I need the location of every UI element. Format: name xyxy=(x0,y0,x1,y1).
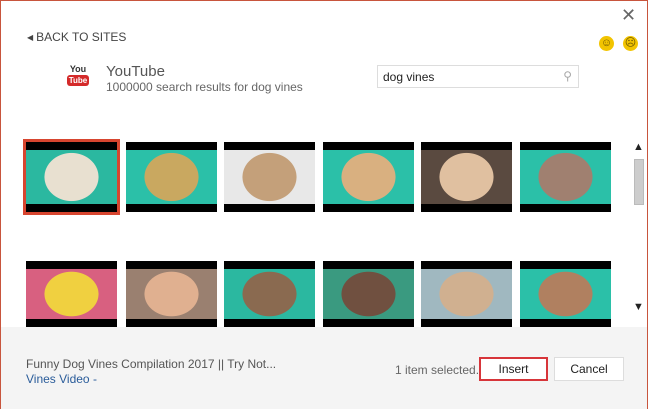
back-to-sites-link[interactable]: ◀ BACK TO SITES xyxy=(27,30,126,44)
video-thumbnail[interactable] xyxy=(323,142,414,212)
thumbnail-image xyxy=(323,150,414,204)
video-thumbnail[interactable] xyxy=(224,261,315,327)
logo-bottom: Tube xyxy=(67,75,89,86)
thumbnail-image xyxy=(26,150,117,204)
thumbnail-image xyxy=(520,150,611,204)
result-count: 1000000 search results for dog vines xyxy=(106,80,303,94)
scrollbar[interactable]: ▲ ▼ xyxy=(631,141,647,316)
back-label: BACK TO SITES xyxy=(36,30,127,44)
close-icon[interactable]: ✕ xyxy=(621,5,636,26)
cancel-button[interactable]: Cancel xyxy=(554,357,624,381)
video-thumbnail[interactable] xyxy=(421,261,512,327)
site-name: YouTube xyxy=(106,63,165,80)
video-thumbnail[interactable] xyxy=(23,139,120,215)
search-icon[interactable]: ⚲ xyxy=(563,69,572,83)
search-value: dog vines xyxy=(383,70,435,84)
logo-top: You xyxy=(69,64,87,74)
thumbnail-image xyxy=(421,269,512,319)
thumbnail-image xyxy=(126,150,217,204)
thumbnail-image xyxy=(421,150,512,204)
video-thumbnail[interactable] xyxy=(421,142,512,212)
video-thumbnail[interactable] xyxy=(520,261,611,327)
video-thumbnail[interactable] xyxy=(126,261,217,327)
online-video-dialog: ✕ ◀ BACK TO SITES ☺ ☹ You Tube YouTube 100… xyxy=(0,0,648,409)
video-thumbnail[interactable] xyxy=(520,142,611,212)
selected-video-title: Funny Dog Vines Compilation 2017 || Try … xyxy=(26,357,277,371)
video-thumbnail[interactable] xyxy=(126,142,217,212)
youtube-logo: You Tube xyxy=(67,65,89,89)
selection-status: 1 item selected. xyxy=(395,363,480,377)
footer: Funny Dog Vines Compilation 2017 || Try … xyxy=(1,327,647,409)
scroll-thumb[interactable] xyxy=(634,159,644,205)
video-thumbnail[interactable] xyxy=(26,261,117,327)
thumbnail-image xyxy=(224,269,315,319)
scroll-down-icon[interactable]: ▼ xyxy=(633,301,644,313)
video-thumbnail[interactable] xyxy=(323,261,414,327)
thumbnail-image xyxy=(520,269,611,319)
thumbnail-image xyxy=(126,269,217,319)
insert-button[interactable]: Insert xyxy=(479,357,548,381)
frown-icon[interactable]: ☹ xyxy=(623,36,638,51)
thumbnail-image xyxy=(224,150,315,204)
search-input[interactable]: dog vines ⚲ xyxy=(377,65,579,88)
thumbnail-image xyxy=(323,269,414,319)
scroll-up-icon[interactable]: ▲ xyxy=(633,141,644,153)
thumbnail-image xyxy=(26,269,117,319)
caret-left-icon: ◀ xyxy=(27,33,34,42)
smile-icon[interactable]: ☺ xyxy=(599,36,614,51)
channel-link[interactable]: Vines Video - xyxy=(26,372,97,386)
video-thumbnail[interactable] xyxy=(224,142,315,212)
